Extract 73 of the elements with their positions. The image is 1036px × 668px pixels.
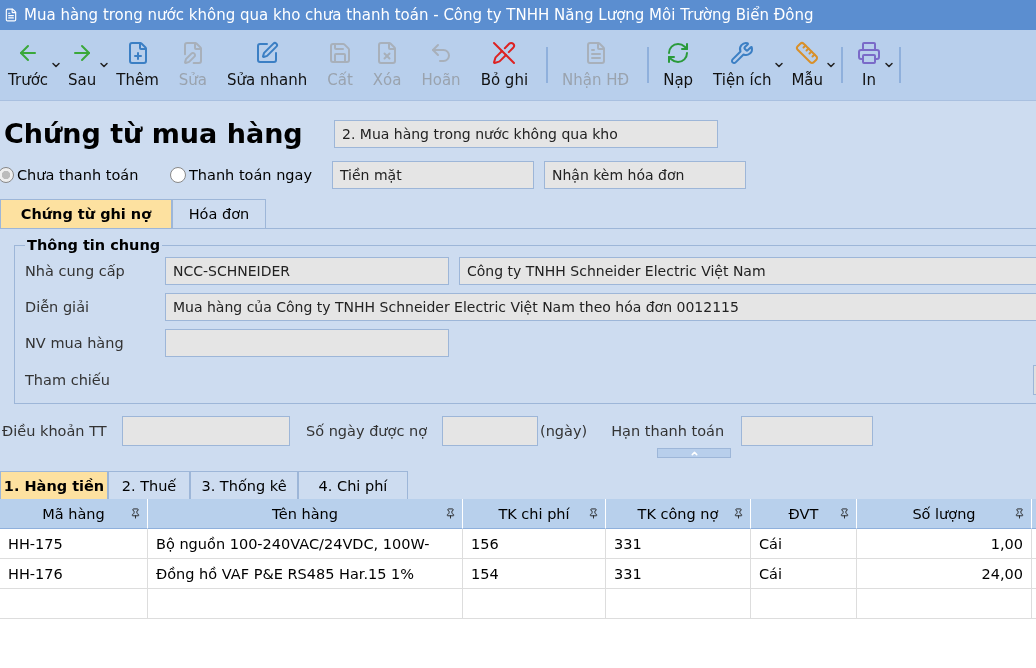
field-label: Diễn giải bbox=[25, 299, 91, 315]
toolbar-button[interactable]: Sửa nhanh bbox=[219, 33, 316, 97]
field-label: Nhà cung cấp bbox=[25, 263, 126, 279]
table-cell: HH-176 bbox=[0, 559, 148, 589]
field-label: Số ngày được nợ bbox=[306, 423, 429, 439]
wrench-icon bbox=[730, 41, 755, 65]
radio-button[interactable] bbox=[0, 167, 14, 183]
table-cell: 331 bbox=[606, 529, 751, 559]
table-cell: 1,00 bbox=[857, 529, 1032, 559]
column-header[interactable]: Mã hàng bbox=[0, 499, 148, 529]
voucher-type-field[interactable]: 2. Mua hàng trong nước không qua kho bbox=[334, 120, 718, 148]
table-cell: Bộ nguồn 100-240VAC/24VDC, 100W- bbox=[148, 529, 463, 559]
radio-button[interactable] bbox=[170, 167, 186, 183]
field-label: Hạn thanh toán bbox=[611, 423, 726, 439]
invoice-option-field[interactable]: Nhận kèm hóa đơn bbox=[544, 161, 746, 189]
table-cell: 154 bbox=[463, 559, 606, 589]
toolbar-button[interactable]: Sau bbox=[60, 33, 105, 97]
tab[interactable]: Chứng từ ghi nợ bbox=[0, 199, 172, 228]
form-title: Chứng từ mua hàng bbox=[4, 117, 304, 151]
pen-off-icon bbox=[492, 41, 517, 65]
radio-option[interactable]: Thanh toán ngay bbox=[170, 167, 332, 183]
printer-icon bbox=[857, 41, 882, 65]
table-cell: Đồng hồ VAF P&E RS485 Har.15 1% bbox=[148, 559, 463, 589]
field-label: NV mua hàng bbox=[25, 335, 125, 351]
pin-icon bbox=[733, 508, 744, 519]
tab[interactable]: 2. Thuế bbox=[108, 471, 190, 499]
buyer-field[interactable] bbox=[165, 329, 449, 357]
description-field[interactable]: Mua hàng của Công ty TNHH Schneider Electric Việt Nam theo hóa đơn 0012115 bbox=[165, 293, 1036, 321]
collapse-button[interactable] bbox=[657, 448, 731, 458]
supplier-name-field[interactable]: Công ty TNHH Schneider Electric Việt Nam bbox=[459, 257, 1036, 285]
pin-icon bbox=[839, 508, 850, 519]
toolbar-button[interactable]: Nạp bbox=[655, 33, 702, 97]
tab[interactable]: 3. Thống kê bbox=[190, 471, 298, 499]
table-cell: Cái bbox=[751, 559, 857, 589]
pen-square-icon bbox=[255, 41, 280, 65]
pin-icon bbox=[130, 508, 141, 519]
table-cell: 24,00 bbox=[857, 559, 1032, 589]
unit-label: (ngày) bbox=[540, 423, 588, 439]
toolbar-button[interactable]: Tiện ích bbox=[705, 33, 780, 97]
tab[interactable]: 1. Hàng tiền bbox=[0, 471, 108, 499]
supplier-code-field[interactable]: NCC-SCHNEIDER bbox=[165, 257, 449, 285]
group-title: Thông tin chung bbox=[26, 237, 162, 253]
pin-icon bbox=[445, 508, 456, 519]
radio-option[interactable]: Chưa thanh toán bbox=[0, 167, 170, 183]
column-header[interactable]: Tên hàng bbox=[148, 499, 463, 529]
tab[interactable]: 4. Chi phí bbox=[298, 471, 408, 499]
pin-icon bbox=[1014, 508, 1025, 519]
toolbar-button[interactable]: Bỏ ghi bbox=[472, 33, 537, 97]
column-header[interactable]: ĐVT bbox=[751, 499, 857, 529]
days-field[interactable] bbox=[442, 416, 538, 446]
toolbar-button[interactable]: Mẫu bbox=[783, 33, 832, 97]
refresh-icon bbox=[666, 41, 691, 65]
payment-method-field[interactable]: Tiền mặt bbox=[332, 161, 534, 189]
toolbar-button[interactable]: Thêm bbox=[108, 33, 167, 97]
payment-terms-field[interactable] bbox=[122, 416, 290, 446]
column-header[interactable]: Số lượng bbox=[857, 499, 1032, 529]
column-header[interactable]: TK công nợ bbox=[606, 499, 751, 529]
field-label: Điều khoản TT bbox=[2, 423, 108, 439]
save-icon bbox=[328, 41, 353, 65]
ruler-icon bbox=[795, 41, 820, 65]
field-label: Tham chiếu bbox=[25, 372, 111, 388]
pin-icon bbox=[588, 508, 599, 519]
column-header[interactable]: TK chi phí bbox=[463, 499, 606, 529]
tab[interactable]: Hóa đơn bbox=[172, 199, 266, 228]
toolbar-button[interactable]: Trước bbox=[0, 33, 57, 97]
due-date-field[interactable] bbox=[741, 416, 874, 446]
toolbar-button[interactable]: In bbox=[849, 33, 890, 97]
document-icon bbox=[4, 8, 18, 22]
window-title: Mua hàng trong nước không qua kho chưa thanh toán - Công ty TNHH Năng Lượng Môi Trường Biển Đông bbox=[24, 6, 814, 24]
table-cell: 331 bbox=[606, 559, 751, 589]
table-cell: HH-175 bbox=[0, 529, 148, 559]
table-cell: Cái bbox=[751, 529, 857, 559]
table-cell: 156 bbox=[463, 529, 606, 559]
